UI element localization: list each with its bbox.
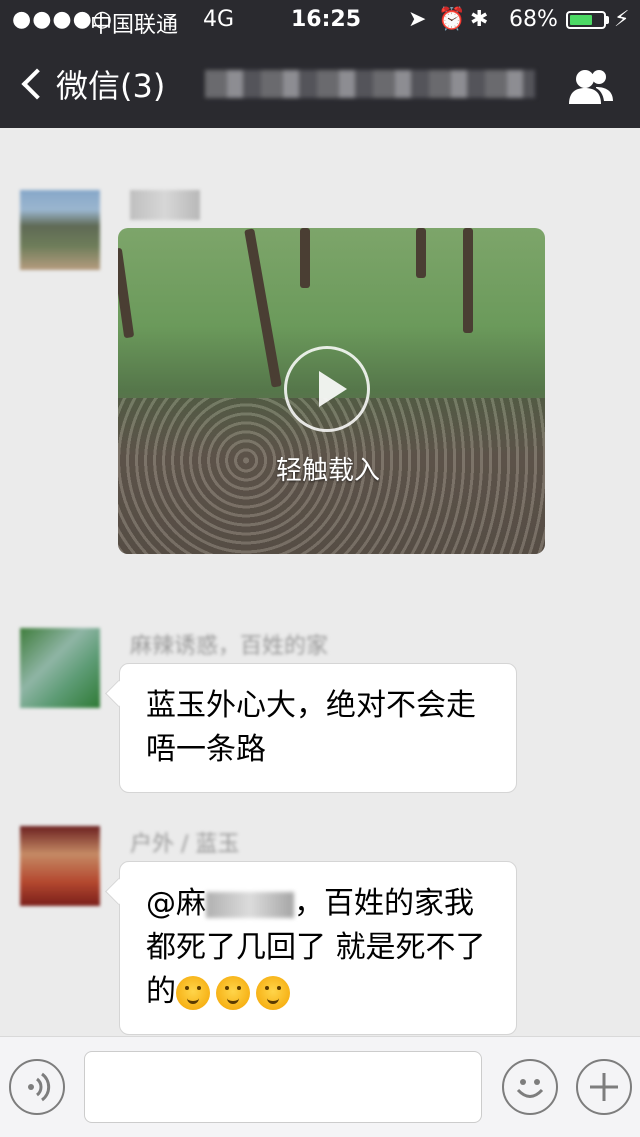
voice-input-button[interactable] (9, 1059, 65, 1115)
emoji-button[interactable] (502, 1059, 558, 1115)
video-message[interactable]: 轻触载入 (118, 228, 545, 554)
bubble-tail (105, 680, 132, 707)
message-text-prefix: @麻 (146, 886, 206, 921)
group-members-icon (569, 70, 613, 104)
thinking-face-emoji (216, 975, 250, 1010)
battery-percentage: 68% (509, 7, 558, 32)
thinking-face-emoji (256, 975, 290, 1010)
tap-to-load-label: 轻触载入 (275, 456, 380, 486)
message-bubble[interactable]: 蓝玉外心大，绝对不会走唔一条路 (105, 663, 517, 793)
battery-level (570, 15, 592, 25)
clock: 16:25 (291, 7, 362, 32)
bluetooth-icon: ✱ (470, 7, 489, 32)
battery-icon (566, 11, 606, 29)
plus-icon (590, 1073, 618, 1101)
back-chevron-icon (21, 68, 53, 100)
sender-name (130, 190, 200, 220)
avatar[interactable] (20, 190, 100, 270)
tree-trunk (300, 228, 310, 288)
plus-button[interactable] (576, 1059, 632, 1115)
alarm-clock-icon: ⏰ (438, 7, 466, 32)
charging-icon: ⚡ (614, 7, 630, 32)
message-input[interactable] (84, 1051, 482, 1123)
input-bar (0, 1036, 640, 1137)
top-bar: ●●●●○ 中国联通 4G 16:25 ➤ ⏰ ✱ 68% ⚡ 微信(3) (0, 0, 640, 128)
sender-name: 户外 / 蓝玉 (130, 832, 240, 857)
tree-trunk (463, 228, 473, 333)
tree-trunk (416, 228, 426, 278)
thinking-face-emoji (176, 975, 210, 1010)
battery-tip (606, 16, 609, 24)
tree-trunk (118, 247, 135, 339)
play-icon[interactable] (284, 346, 370, 432)
network-type: 4G (203, 7, 235, 32)
redacted-name (206, 891, 294, 918)
carrier-name: 中国联通 (90, 13, 179, 38)
back-label: 微信(3) (56, 67, 166, 105)
voice-input-icon (28, 1072, 51, 1102)
message-text: 蓝玉外心大，绝对不会走唔一条路 (146, 688, 476, 767)
nav-bar: 微信(3) (0, 40, 640, 128)
message-bubble[interactable]: @麻 ，百姓的家我都死了几回了 就是死不了的 (105, 861, 517, 1035)
emoji-icon (516, 1079, 544, 1098)
bubble-tail (105, 878, 132, 905)
tree-trunk (244, 228, 282, 388)
group-members-button[interactable] (566, 66, 616, 106)
sender-name: 麻辣诱惑，百姓的家 (130, 634, 329, 659)
location-arrow-icon: ➤ (408, 7, 427, 32)
back-button[interactable]: 微信(3) (18, 62, 165, 106)
chat-title (205, 70, 535, 98)
avatar[interactable] (20, 628, 100, 708)
avatar[interactable] (20, 826, 100, 906)
status-bar: ●●●●○ 中国联通 4G 16:25 ➤ ⏰ ✱ 68% ⚡ (0, 0, 640, 40)
